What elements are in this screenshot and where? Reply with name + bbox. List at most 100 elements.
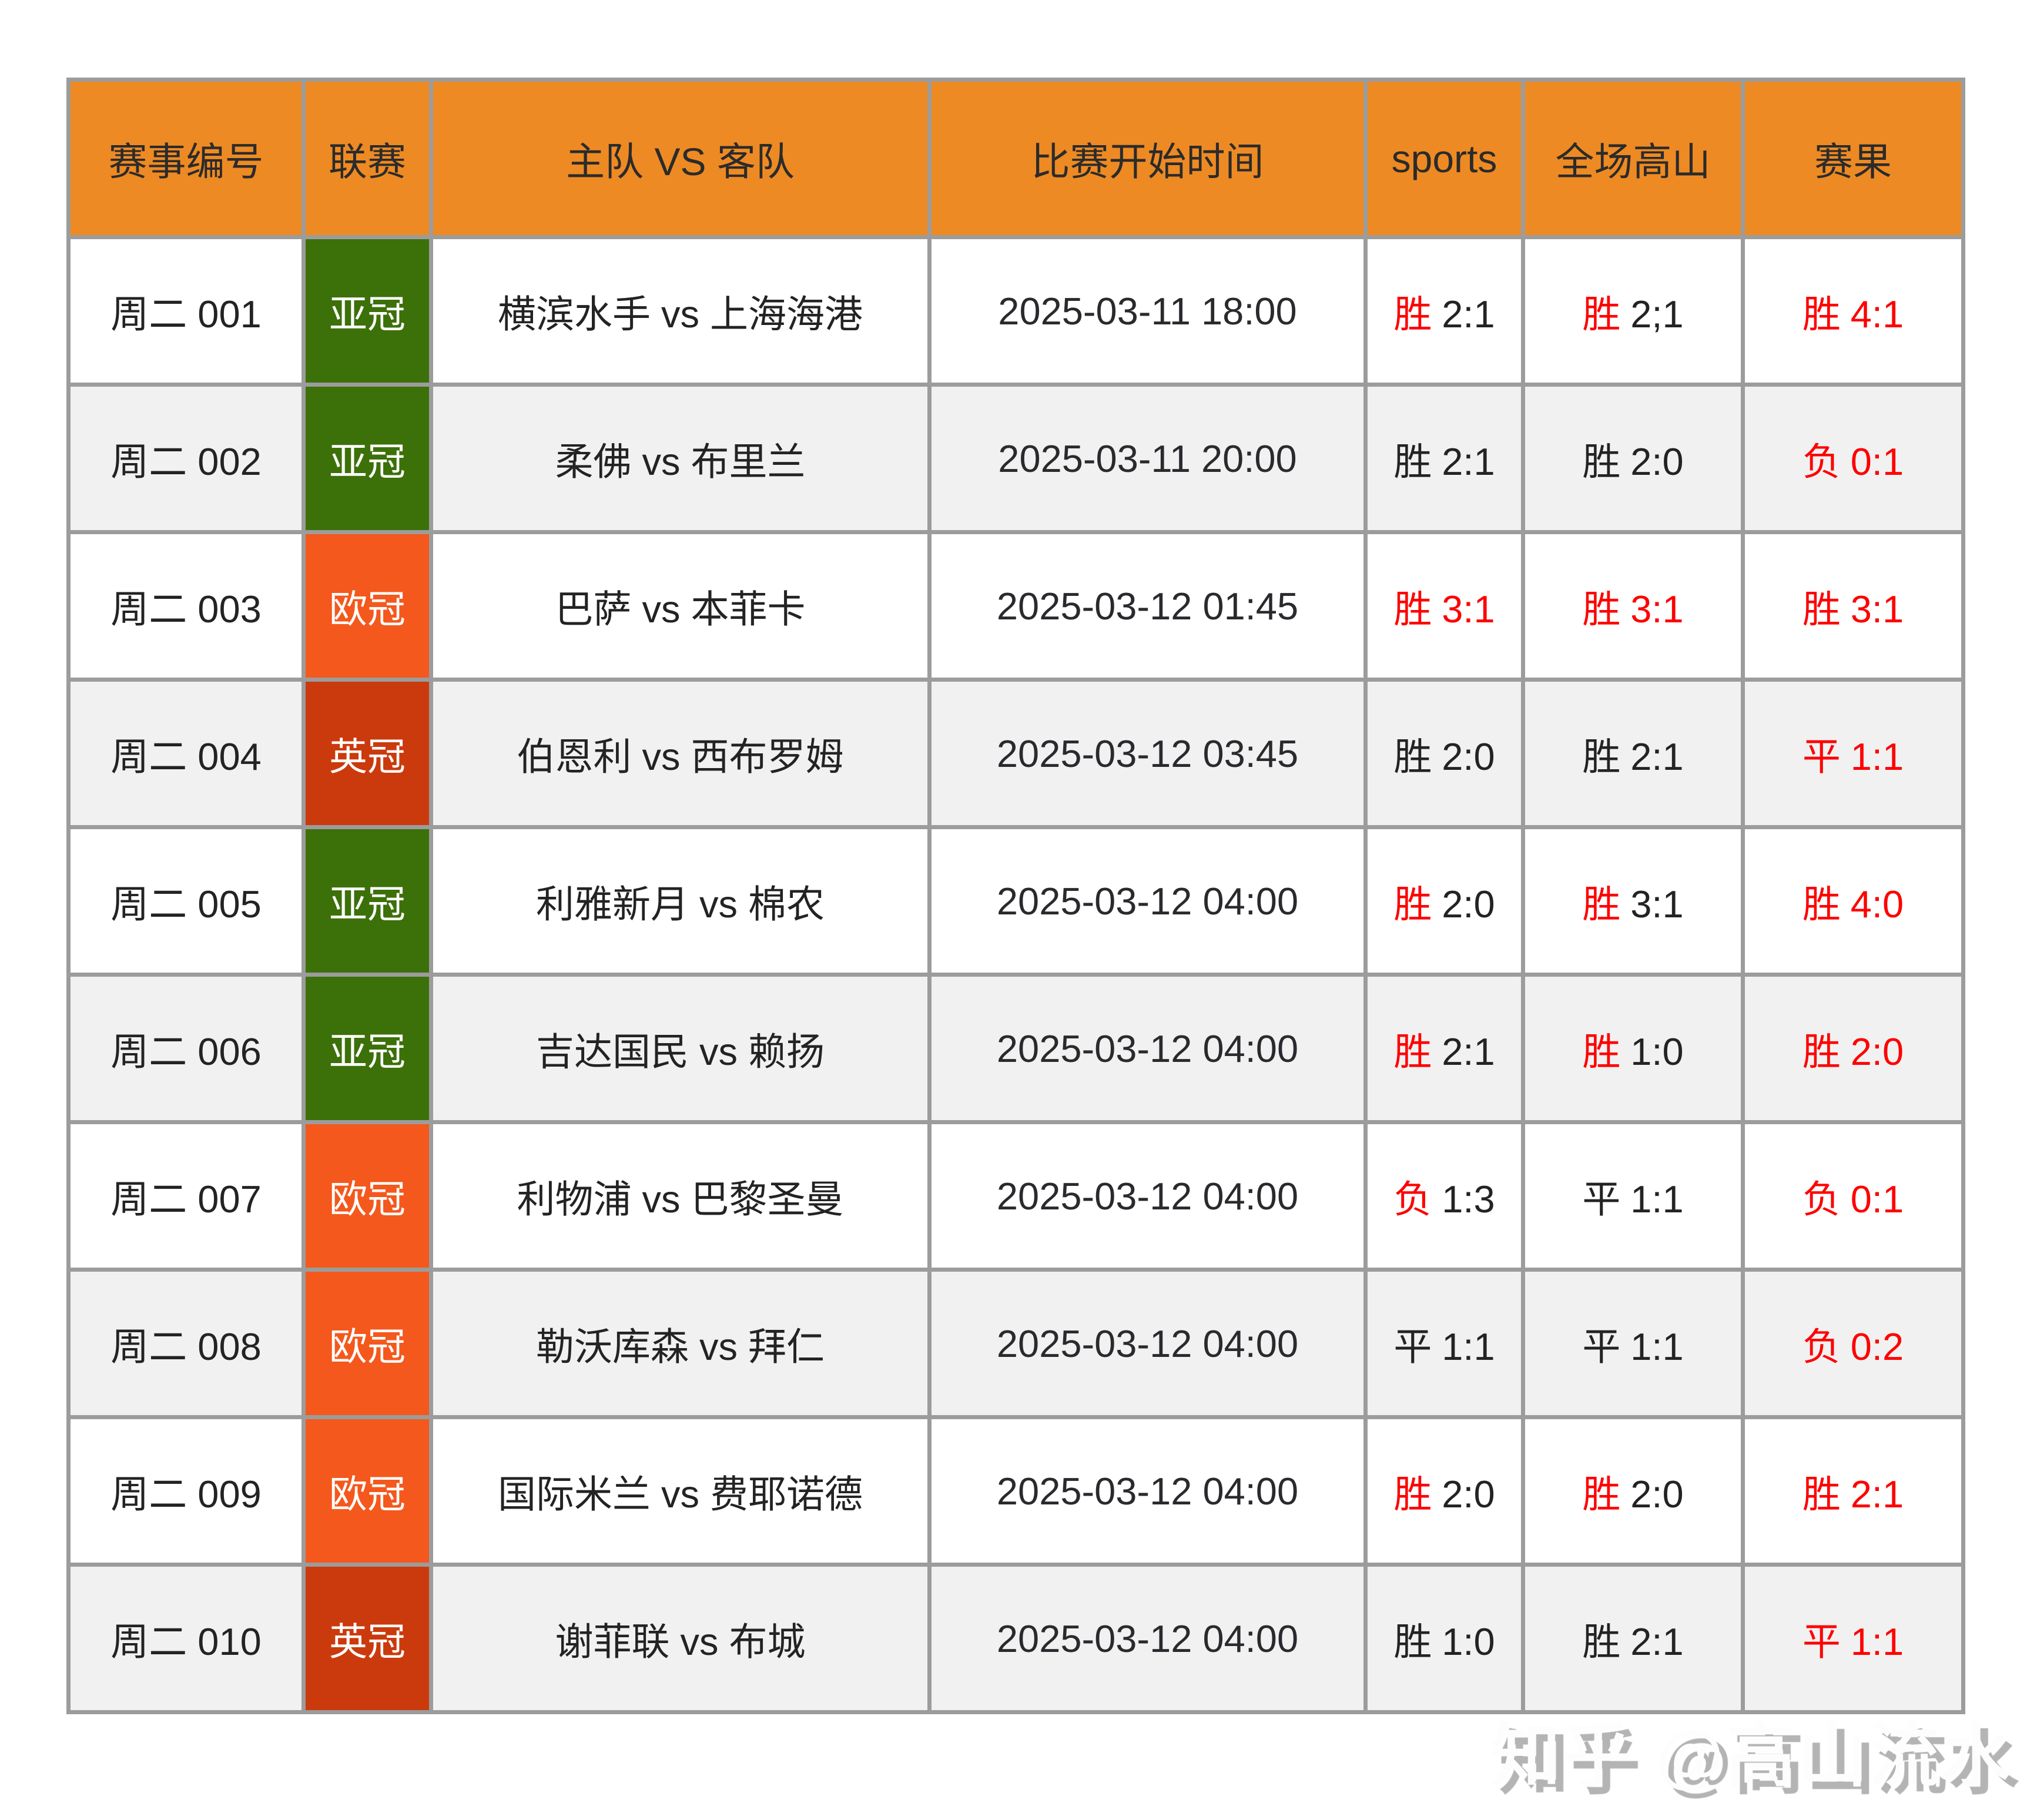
match-number-cell: 周二 006 bbox=[69, 975, 304, 1122]
start-time-cell: 2025-03-12 03:45 bbox=[930, 680, 1366, 827]
teams-cell: 伯恩利 vs 西布罗姆 bbox=[431, 680, 930, 827]
score-text: 2:0 bbox=[1851, 1030, 1904, 1073]
table-row: 周二 010英冠谢菲联 vs 布城2025-03-12 04:00胜1:0胜2:… bbox=[69, 1565, 1964, 1712]
header-sports: sports bbox=[1366, 80, 1523, 237]
score-text: 0:1 bbox=[1851, 440, 1904, 483]
outcome-text: 平 bbox=[1802, 735, 1841, 778]
outcome-text: 负 bbox=[1393, 1178, 1432, 1221]
fullcourt-prediction-cell: 胜2:1 bbox=[1523, 680, 1743, 827]
score-text: 1:0 bbox=[1630, 1030, 1683, 1073]
outcome-text: 平 bbox=[1802, 1620, 1841, 1663]
outcome-text: 胜 bbox=[1393, 883, 1432, 926]
header-teams: 主队 VS 客队 bbox=[431, 80, 930, 237]
outcome-text: 胜 bbox=[1802, 1473, 1841, 1516]
match-number-cell: 周二 004 bbox=[69, 680, 304, 827]
fullcourt-prediction-cell: 胜2;1 bbox=[1523, 237, 1743, 385]
score-text: 0:1 bbox=[1851, 1178, 1904, 1221]
outcome-text: 胜 bbox=[1802, 883, 1841, 926]
score-text: 2:0 bbox=[1442, 735, 1495, 778]
teams-cell: 柔佛 vs 布里兰 bbox=[431, 385, 930, 532]
outcome-text: 胜 bbox=[1582, 883, 1620, 926]
result-cell: 胜4:1 bbox=[1743, 237, 1964, 385]
score-text: 1:1 bbox=[1442, 1325, 1495, 1368]
outcome-text: 胜 bbox=[1393, 293, 1432, 336]
outcome-text: 胜 bbox=[1802, 293, 1841, 336]
sports-prediction-cell: 胜2:0 bbox=[1366, 1417, 1523, 1565]
match-number-cell: 周二 005 bbox=[69, 827, 304, 975]
header-league: 联赛 bbox=[304, 80, 431, 237]
fullcourt-prediction-cell: 胜2:0 bbox=[1523, 1417, 1743, 1565]
league-badge: 欧冠 bbox=[304, 532, 431, 680]
score-text: 1:1 bbox=[1630, 1325, 1683, 1368]
outcome-text: 负 bbox=[1802, 440, 1841, 483]
outcome-text: 胜 bbox=[1393, 588, 1432, 631]
score-text: 2:1 bbox=[1851, 1473, 1904, 1516]
outcome-text: 胜 bbox=[1582, 1473, 1620, 1516]
outcome-text: 胜 bbox=[1802, 588, 1841, 631]
fullcourt-prediction-cell: 平1:1 bbox=[1523, 1122, 1743, 1270]
league-badge: 亚冠 bbox=[304, 237, 431, 385]
outcome-text: 胜 bbox=[1393, 440, 1432, 483]
start-time-cell: 2025-03-12 04:00 bbox=[930, 975, 1366, 1122]
result-cell: 负0:2 bbox=[1743, 1270, 1964, 1417]
outcome-text: 胜 bbox=[1582, 588, 1620, 631]
outcome-text: 胜 bbox=[1582, 1620, 1620, 1663]
header-result: 赛果 bbox=[1743, 80, 1964, 237]
score-text: 3:1 bbox=[1630, 588, 1683, 631]
result-cell: 胜4:0 bbox=[1743, 827, 1964, 975]
fullcourt-prediction-cell: 胜2:1 bbox=[1523, 1565, 1743, 1712]
start-time-cell: 2025-03-12 01:45 bbox=[930, 532, 1366, 680]
teams-cell: 利雅新月 vs 棉农 bbox=[431, 827, 930, 975]
start-time-cell: 2025-03-12 04:00 bbox=[930, 1122, 1366, 1270]
start-time-cell: 2025-03-11 20:00 bbox=[930, 385, 1366, 532]
match-number-cell: 周二 009 bbox=[69, 1417, 304, 1565]
teams-cell: 吉达国民 vs 赖扬 bbox=[431, 975, 930, 1122]
league-badge: 欧冠 bbox=[304, 1122, 431, 1270]
score-text: 1:0 bbox=[1442, 1620, 1495, 1663]
table-row: 周二 001亚冠横滨水手 vs 上海海港2025-03-11 18:00胜2:1… bbox=[69, 237, 1964, 385]
outcome-text: 胜 bbox=[1802, 1030, 1841, 1073]
start-time-cell: 2025-03-12 04:00 bbox=[930, 827, 1366, 975]
match-number-cell: 周二 002 bbox=[69, 385, 304, 532]
outcome-text: 平 bbox=[1393, 1325, 1432, 1368]
header-fullcourt-gaoshan: 全场高山 bbox=[1523, 80, 1743, 237]
score-text: 2:1 bbox=[1442, 293, 1495, 336]
fullcourt-prediction-cell: 平1:1 bbox=[1523, 1270, 1743, 1417]
start-time-cell: 2025-03-12 04:00 bbox=[930, 1270, 1366, 1417]
table-row: 周二 009欧冠国际米兰 vs 费耶诺德2025-03-12 04:00胜2:0… bbox=[69, 1417, 1964, 1565]
score-text: 2:1 bbox=[1630, 735, 1683, 778]
outcome-text: 胜 bbox=[1393, 1473, 1432, 1516]
fullcourt-prediction-cell: 胜3:1 bbox=[1523, 532, 1743, 680]
score-text: 0:2 bbox=[1851, 1325, 1904, 1368]
match-number-cell: 周二 008 bbox=[69, 1270, 304, 1417]
score-text: 4:1 bbox=[1851, 293, 1904, 336]
sports-prediction-cell: 胜3:1 bbox=[1366, 532, 1523, 680]
table-row: 周二 004英冠伯恩利 vs 西布罗姆2025-03-12 03:45胜2:0胜… bbox=[69, 680, 1964, 827]
score-text: 2;1 bbox=[1630, 293, 1683, 336]
teams-cell: 利物浦 vs 巴黎圣曼 bbox=[431, 1122, 930, 1270]
score-text: 3:1 bbox=[1851, 588, 1904, 631]
outcome-text: 负 bbox=[1802, 1178, 1841, 1221]
header-start-time: 比赛开始时间 bbox=[930, 80, 1366, 237]
league-badge: 英冠 bbox=[304, 680, 431, 827]
table-row: 周二 002亚冠柔佛 vs 布里兰2025-03-11 20:00胜2:1胜2:… bbox=[69, 385, 1964, 532]
outcome-text: 平 bbox=[1582, 1325, 1620, 1368]
outcome-text: 胜 bbox=[1582, 293, 1620, 336]
outcome-text: 胜 bbox=[1582, 1030, 1620, 1073]
score-text: 2:0 bbox=[1442, 883, 1495, 926]
score-text: 2:1 bbox=[1630, 1620, 1683, 1663]
match-number-cell: 周二 003 bbox=[69, 532, 304, 680]
teams-cell: 横滨水手 vs 上海海港 bbox=[431, 237, 930, 385]
match-number-cell: 周二 007 bbox=[69, 1122, 304, 1270]
result-cell: 胜3:1 bbox=[1743, 532, 1964, 680]
teams-cell: 国际米兰 vs 费耶诺德 bbox=[431, 1417, 930, 1565]
header-row: 赛事编号联赛主队 VS 客队比赛开始时间sports全场高山赛果 bbox=[69, 80, 1964, 237]
score-text: 1:1 bbox=[1851, 1620, 1904, 1663]
outcome-text: 胜 bbox=[1582, 440, 1620, 483]
sports-prediction-cell: 胜2:1 bbox=[1366, 237, 1523, 385]
sports-prediction-cell: 胜2:0 bbox=[1366, 680, 1523, 827]
result-cell: 平1:1 bbox=[1743, 680, 1964, 827]
start-time-cell: 2025-03-12 04:00 bbox=[930, 1417, 1366, 1565]
result-cell: 平1:1 bbox=[1743, 1565, 1964, 1712]
score-text: 3:1 bbox=[1442, 588, 1495, 631]
